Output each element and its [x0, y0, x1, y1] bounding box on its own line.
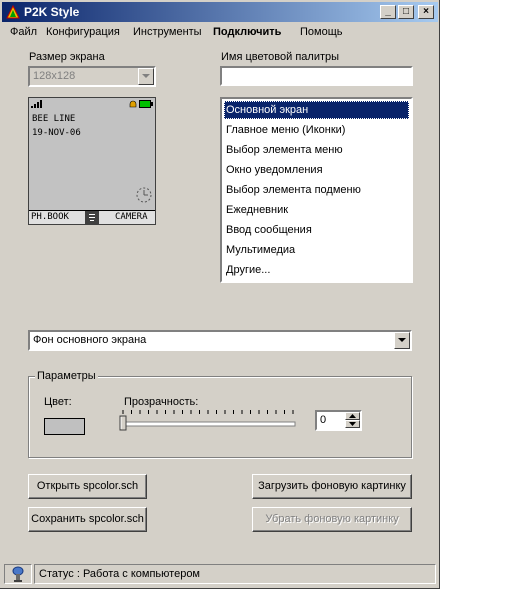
- transparency-spinner[interactable]: 0: [315, 410, 362, 431]
- arrow-down-icon: [349, 422, 356, 426]
- list-item[interactable]: Выбор элемента меню: [224, 141, 409, 159]
- battery-icon: [139, 100, 153, 108]
- parameters-legend: Параметры: [35, 370, 98, 382]
- spin-up-button[interactable]: [345, 412, 360, 420]
- status-text-box: Статус : Работа с компьютером: [34, 564, 436, 584]
- close-button[interactable]: ×: [418, 5, 434, 19]
- transparency-slider[interactable]: [118, 408, 298, 436]
- list-item[interactable]: Основной экран: [224, 101, 409, 119]
- menu-key-icon: [85, 211, 99, 224]
- phone-operator-text: BEE LINE: [32, 114, 76, 124]
- menu-help[interactable]: Помощь: [300, 26, 343, 38]
- screen-size-value: 128x128: [33, 70, 76, 82]
- list-item[interactable]: Окно уведомления: [224, 161, 409, 179]
- clock-icon: [136, 187, 152, 203]
- app-window: P2K Style _ □ × Файл Конфигурация Инстру…: [0, 0, 440, 589]
- spin-down-button[interactable]: [345, 420, 360, 428]
- save-scheme-button[interactable]: Сохранить spcolor.sch: [28, 507, 147, 532]
- load-background-button[interactable]: Загрузить фоновую картинку: [252, 474, 412, 499]
- phone-screen-preview[interactable]: BEE LINE 19-NOV-06 PH.BOOK CAMERA: [28, 97, 156, 225]
- palette-name-label: Имя цветовой палитры: [221, 51, 340, 63]
- status-text: Статус : Работа с компьютером: [39, 568, 200, 580]
- list-item[interactable]: Главное меню (Иконки): [224, 121, 409, 139]
- color-swatch[interactable]: [44, 418, 85, 435]
- phone-softkey-bar: PH.BOOK CAMERA: [29, 210, 155, 224]
- connection-status-icon: [12, 566, 24, 582]
- open-scheme-button[interactable]: Открыть spcolor.sch: [28, 474, 147, 499]
- remove-background-button[interactable]: Убрать фоновую картинку: [252, 507, 412, 532]
- screen-size-select[interactable]: 128x128: [28, 66, 156, 87]
- menu-file[interactable]: Файл: [10, 26, 37, 38]
- chevron-down-icon[interactable]: [394, 332, 410, 349]
- palette-name-input[interactable]: [220, 66, 413, 86]
- menu-tools[interactable]: Инструменты: [133, 26, 202, 38]
- screen-size-label: Размер экрана: [29, 51, 105, 63]
- list-item[interactable]: Выбор элемента подменю: [224, 181, 409, 199]
- window-title: P2K Style: [24, 5, 80, 19]
- arrow-up-icon: [349, 414, 356, 418]
- alarm-bell-icon: [129, 100, 137, 108]
- minimize-button[interactable]: _: [380, 5, 396, 19]
- menu-bar: Файл Конфигурация Инструменты Подключить…: [2, 23, 438, 41]
- signal-icon: [31, 100, 42, 108]
- element-select-value: Фон основного экрана: [33, 334, 147, 346]
- list-item[interactable]: Мультимедиа: [224, 241, 409, 259]
- palette-element-list[interactable]: Основной экран Главное меню (Иконки) Выб…: [220, 97, 413, 283]
- menu-connect[interactable]: Подключить: [213, 26, 281, 38]
- slider-thumb[interactable]: [119, 415, 127, 431]
- status-bar: Статус : Работа с компьютером: [2, 563, 438, 586]
- phone-date-text: 19-NOV-06: [32, 128, 81, 138]
- title-bar[interactable]: P2K Style _ □ ×: [2, 2, 438, 22]
- list-item[interactable]: Ежедневник: [224, 201, 409, 219]
- transparency-value: 0: [320, 414, 327, 426]
- app-logo-icon: [6, 5, 20, 19]
- phone-left-softkey: PH.BOOK: [31, 212, 69, 222]
- element-select[interactable]: Фон основного экрана: [28, 330, 412, 351]
- transparency-label: Прозрачность:: [124, 396, 199, 408]
- list-item[interactable]: Другие...: [224, 261, 409, 279]
- chevron-down-icon[interactable]: [138, 68, 154, 85]
- maximize-button[interactable]: □: [398, 5, 414, 19]
- list-item[interactable]: Ввод сообщения: [224, 221, 409, 239]
- color-label: Цвет:: [44, 396, 72, 408]
- phone-right-softkey: CAMERA: [115, 212, 148, 222]
- status-icon-box: [4, 564, 32, 584]
- menu-configuration[interactable]: Конфигурация: [46, 26, 120, 38]
